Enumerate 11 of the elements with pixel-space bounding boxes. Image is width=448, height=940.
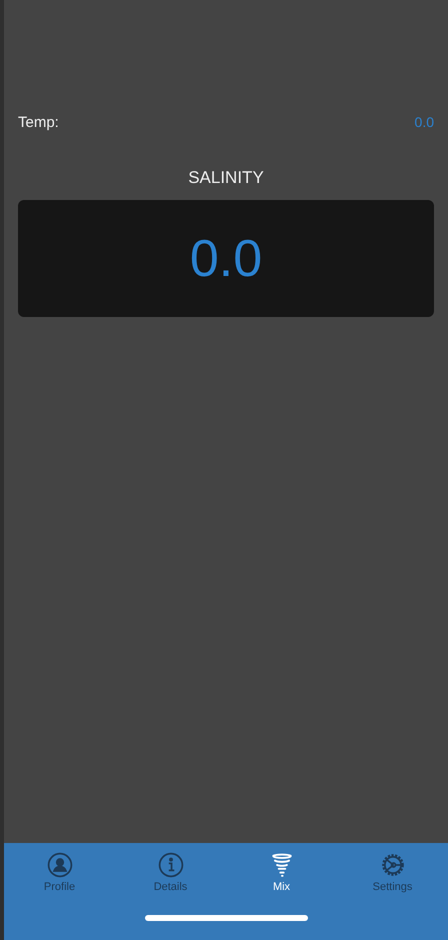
tab[interactable]: Profile xyxy=(4,843,115,893)
gear-icon xyxy=(380,852,406,878)
salinity-value: 0.0 xyxy=(190,228,262,288)
tab[interactable]: Settings xyxy=(337,843,448,893)
person-icon xyxy=(46,852,72,878)
tab[interactable]: Details xyxy=(115,843,226,893)
temp-value: 0.0 xyxy=(414,114,434,130)
info-icon xyxy=(158,852,184,878)
tab[interactable]: Mix xyxy=(226,843,337,893)
temp-label: Temp: xyxy=(18,114,59,130)
salinity-title: SALINITY xyxy=(187,168,265,188)
